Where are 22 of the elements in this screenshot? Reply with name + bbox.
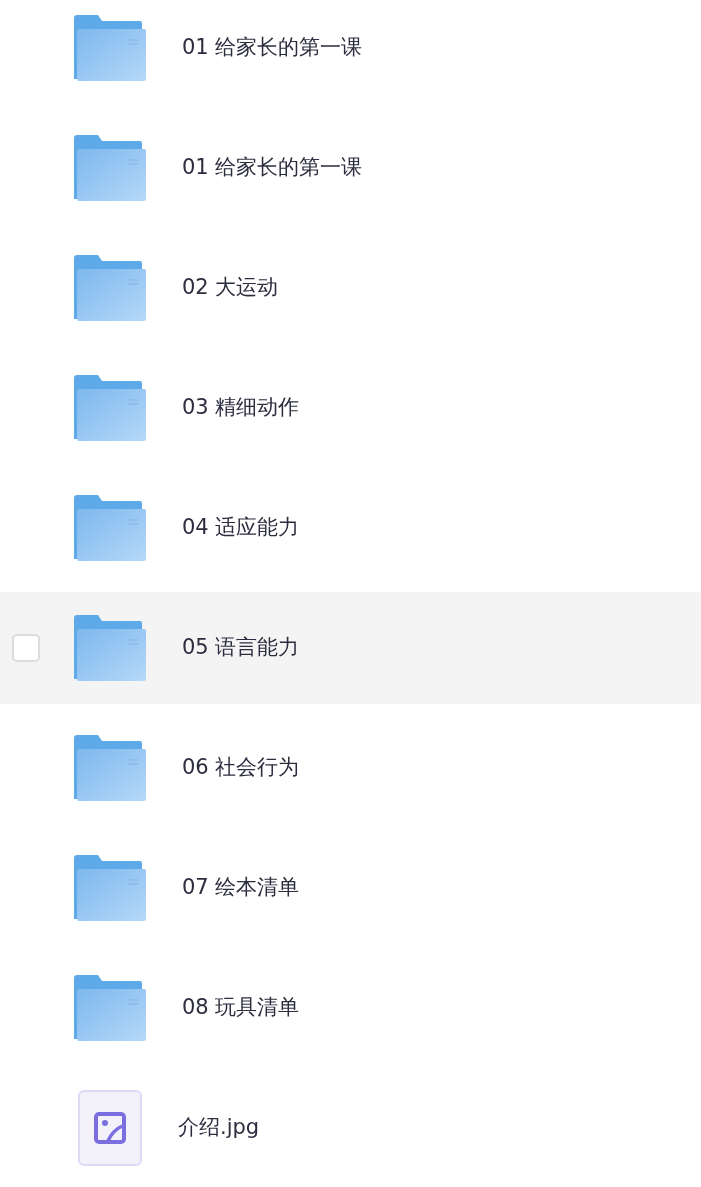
file-name[interactable]: 07 绘本清单 xyxy=(182,872,300,904)
folder-icon xyxy=(74,255,146,321)
folder-icon xyxy=(74,735,146,801)
file-name[interactable]: 01 给家长的第一课 xyxy=(182,152,363,184)
file-name[interactable]: 05 语言能力 xyxy=(182,632,300,664)
file-name[interactable]: 04 适应能力 xyxy=(182,512,300,544)
file-name[interactable]: 08 玩具清单 xyxy=(182,992,300,1024)
folder-icon xyxy=(74,855,146,921)
file-name[interactable]: 02 大运动 xyxy=(182,272,279,304)
checkbox[interactable] xyxy=(12,634,40,662)
folder-icon xyxy=(74,615,146,681)
folder-icon xyxy=(74,495,146,561)
file-name[interactable]: 01 给家长的第一课 xyxy=(182,32,363,64)
image-file-icon xyxy=(78,1090,142,1166)
folder-icon xyxy=(74,15,146,81)
folder-icon xyxy=(74,135,146,201)
file-name[interactable]: 介绍.jpg xyxy=(178,1112,260,1144)
folder-icon xyxy=(74,975,146,1041)
folder-icon xyxy=(74,375,146,441)
file-row[interactable]: 05 语言能力 xyxy=(0,592,701,704)
file-name[interactable]: 06 社会行为 xyxy=(182,752,300,784)
file-name[interactable]: 03 精细动作 xyxy=(182,392,300,424)
